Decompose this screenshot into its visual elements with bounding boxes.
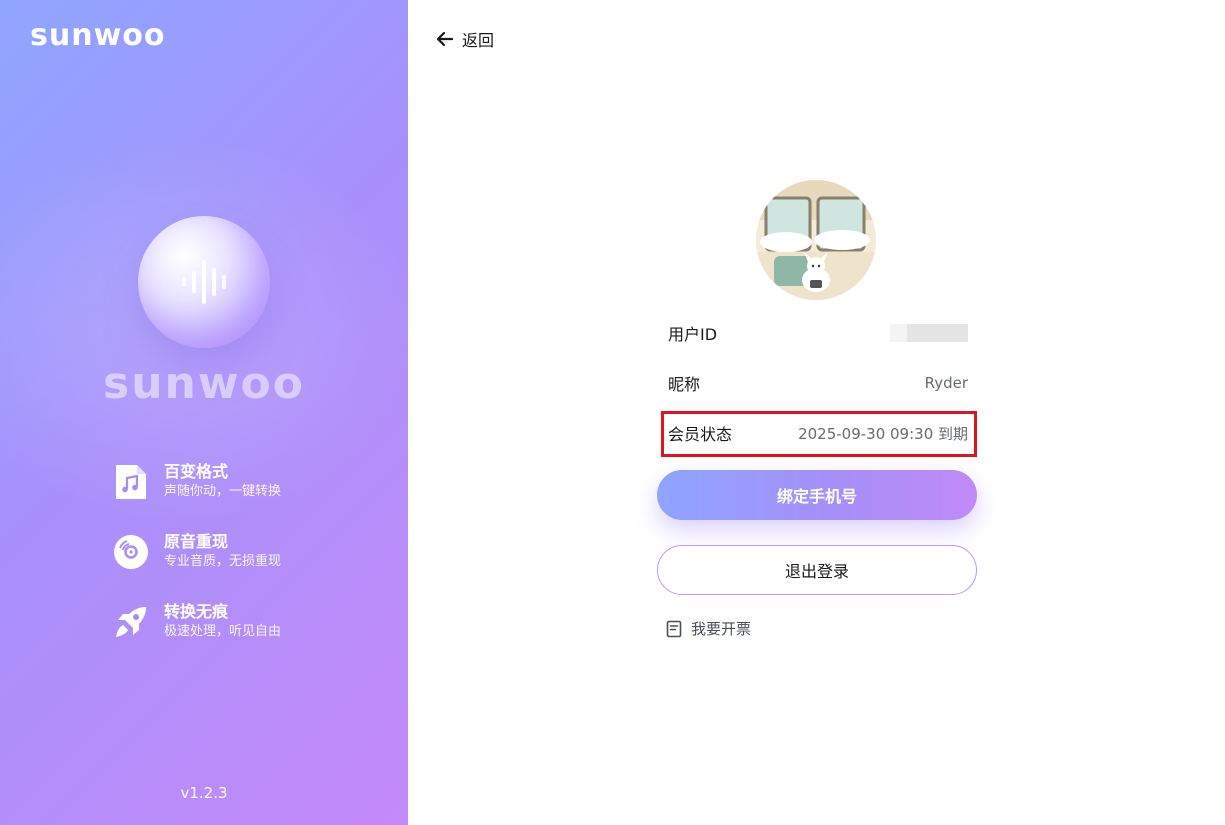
bind-phone-button[interactable]: 绑定手机号: [657, 470, 977, 520]
feature-item: 百变格式 声随你动，一键转换: [112, 462, 281, 502]
invoice-label: 我要开票: [691, 620, 752, 638]
feature-subtitle: 极速处理，听见自由: [164, 624, 282, 639]
back-label: 返回: [462, 31, 495, 50]
feature-subtitle: 专业音质，无损重现: [164, 554, 282, 569]
nickname-label: 昵称: [668, 375, 701, 394]
rocket-icon: [112, 603, 150, 641]
feature-title: 转换无痕: [164, 602, 229, 621]
feature-title: 原音重现: [164, 532, 229, 551]
user-id-label: 用户ID: [668, 325, 718, 344]
user-id-row: 用户ID: [668, 319, 968, 347]
feature-title: 百变格式: [164, 462, 229, 481]
user-id-masked-value: [890, 324, 968, 342]
nickname-value: Ryder: [924, 374, 968, 392]
brand-wordmark: sunwoo: [103, 358, 305, 409]
disc-icon: [112, 533, 150, 571]
nickname-row: 昵称 Ryder: [668, 369, 968, 397]
arrow-left-icon: [436, 31, 454, 47]
audio-orb: [138, 216, 270, 348]
sidebar: sunwoo sunwoo 百变格式 声随你动，一键转换 原音重现 专业音质，无…: [0, 0, 408, 825]
avatar[interactable]: [756, 180, 876, 300]
feature-item: 转换无痕 极速处理，听见自由: [112, 602, 281, 642]
version-label: v1.2.3: [180, 784, 228, 802]
feature-item: 原音重现 专业音质，无损重现: [112, 532, 281, 572]
highlight-box: [661, 411, 977, 457]
invoice-link[interactable]: 我要开票: [665, 618, 751, 639]
logout-button[interactable]: 退出登录: [657, 545, 977, 595]
music-file-icon: [112, 463, 150, 501]
back-button[interactable]: 返回: [436, 27, 494, 51]
sound-wave-icon: [182, 260, 226, 304]
app-logo: sunwoo: [30, 18, 166, 53]
feature-subtitle: 声随你动，一键转换: [164, 484, 282, 499]
receipt-icon: [666, 620, 682, 637]
